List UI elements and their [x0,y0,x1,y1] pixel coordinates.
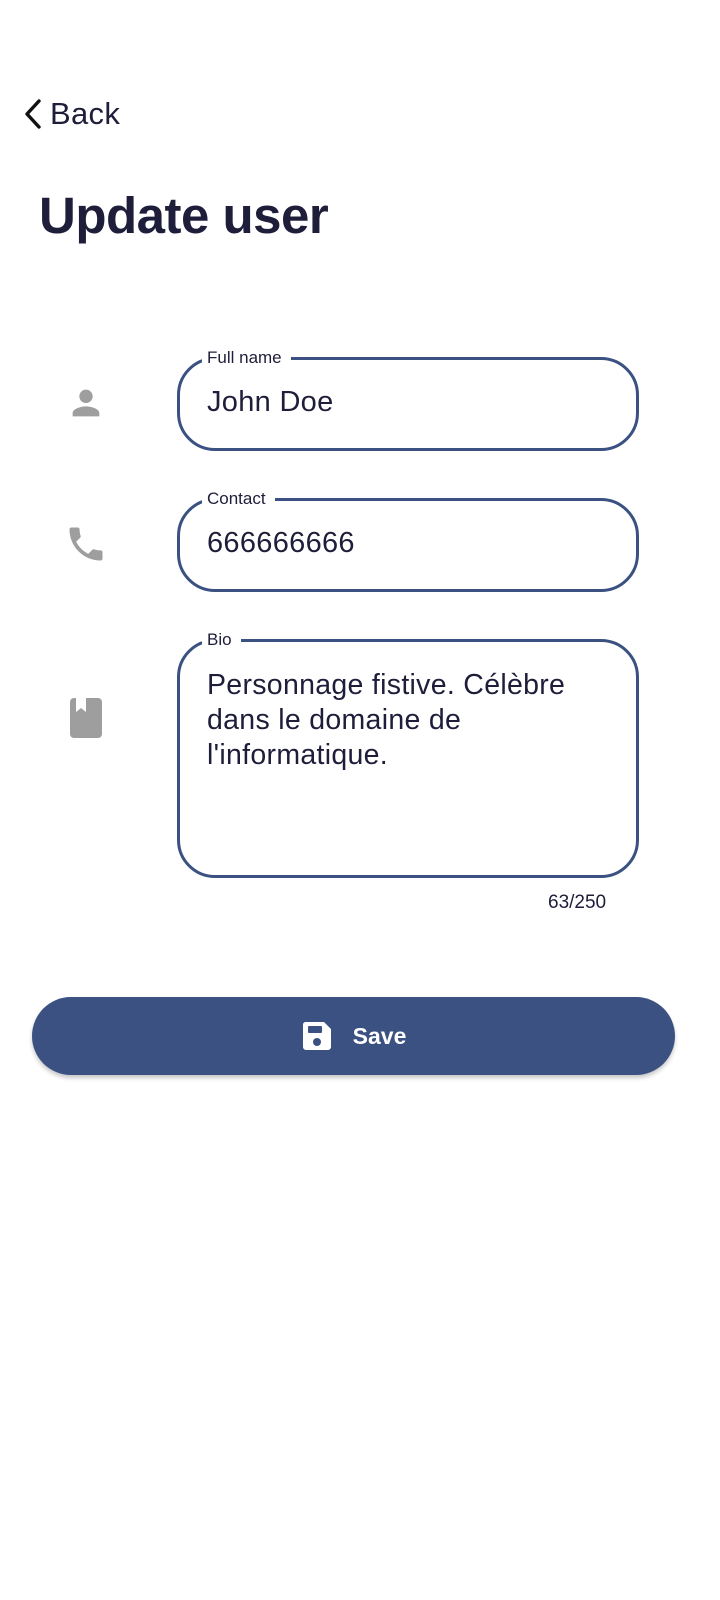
book-icon [60,692,112,744]
save-button-label: Save [352,1022,407,1049]
contact-label: Contact [202,488,275,510]
bio-label: Bio [202,629,241,651]
bio-field[interactable]: Bio Personnage fistive. Célèbre dans le … [177,629,639,878]
contact-input[interactable]: 666666666 [207,527,355,560]
floppy-disk-icon [301,1020,333,1052]
contact-field[interactable]: Contact 666666666 [177,488,639,592]
save-button[interactable]: Save [32,997,675,1075]
full-name-field[interactable]: Full name John Doe [177,347,639,451]
bio-character-counter: 63/250 [548,892,607,913]
person-icon [60,377,112,429]
phone-icon [60,518,112,570]
full-name-label: Full name [202,347,291,369]
chevron-left-icon [22,97,44,131]
back-label: Back [50,96,121,131]
page-title: Update user [39,187,329,244]
update-user-screen: Back Update user Full name John Doe Cont… [0,0,720,1600]
back-button[interactable]: Back [22,94,120,134]
full-name-input[interactable]: John Doe [207,386,334,419]
bio-textarea[interactable]: Personnage fistive. Célèbre dans le doma… [207,668,614,773]
